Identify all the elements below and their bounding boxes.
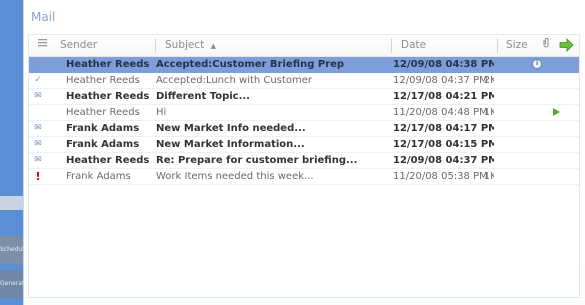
column-divider[interactable] (497, 38, 498, 53)
message-date: 12/09/08 04:38 PM2K (393, 57, 494, 72)
message-sender: Heather Reeds (66, 91, 150, 102)
message-subject: Work Items needed this week... (156, 171, 314, 182)
desktop-fragment-label: Generat (0, 280, 24, 287)
read-reply-icon: ✓ (34, 59, 42, 69)
column-header-subject-label: Subject (165, 39, 205, 51)
message-size: 1K (483, 107, 494, 118)
message-sender: Frank Adams (66, 171, 131, 182)
forward-arrow-icon[interactable] (559, 38, 574, 52)
message-date: 12/17/08 04:21 PM1K (393, 89, 494, 104)
message-sender: Heather Reeds (66, 75, 140, 86)
message-date-value: 12/09/08 04:38 PM (393, 59, 494, 70)
message-date: 12/09/08 04:37 PM2K (393, 153, 494, 168)
message-list: Sender Subject ▲ Date Size ✓ Heather Reed… (28, 34, 580, 298)
unread-envelope-icon: ✉ (34, 139, 42, 149)
message-date-value: 12/17/08 04:15 PM (393, 139, 494, 150)
message-row[interactable]: ✉ Heather Reeds Different Topic... 12/17/08… (29, 89, 579, 105)
message-date: 12/17/08 04:15 PM1K (393, 137, 494, 152)
info-icon[interactable]: i (531, 57, 543, 72)
unread-envelope-icon: ✉ (34, 155, 42, 165)
window-title: Mail (31, 10, 56, 24)
message-rows: ✓ Heather Reeds Accepted:Customer Briefing… (29, 57, 579, 185)
unread-envelope-icon: ✉ (34, 91, 42, 101)
column-divider[interactable] (391, 38, 392, 53)
list-icon[interactable] (37, 35, 48, 56)
message-date-value: 12/17/08 04:17 PM (393, 123, 494, 134)
sort-ascending-icon: ▲ (210, 42, 216, 50)
message-row[interactable]: ✉ Frank Adams New Market Info needed... 12/… (29, 121, 579, 137)
message-date-value: 12/17/08 04:21 PM (393, 91, 494, 102)
column-header-size[interactable]: Size (506, 35, 528, 56)
message-size: 2K (483, 75, 494, 86)
green-flag-icon[interactable] (550, 105, 562, 120)
desktop-fragment-label: Schedul (0, 246, 24, 253)
message-date: 11/20/08 05:38 PM1K (393, 169, 494, 184)
message-subject: Different Topic... (156, 91, 250, 102)
message-row[interactable]: ✉ Frank Adams New Market Information... 12/… (29, 137, 579, 153)
message-row[interactable]: Heather Reeds Hi 11/20/08 04:48 PM1K (29, 105, 579, 121)
message-sender: Frank Adams (66, 123, 140, 134)
message-date: 11/20/08 04:48 PM1K (393, 105, 494, 120)
message-sender: Heather Reeds (66, 155, 150, 166)
message-subject: Re: Prepare for customer briefing... (156, 155, 358, 166)
importance-high-icon: ! (35, 170, 41, 183)
column-header-sender[interactable]: Sender (60, 35, 97, 56)
message-subject: Hi (156, 107, 167, 118)
column-header-date[interactable]: Date (401, 35, 426, 56)
message-date-value: 11/20/08 05:38 PM (393, 171, 488, 182)
message-subject: New Market Information... (156, 139, 305, 150)
message-subject: Accepted:Customer Briefing Prep (156, 59, 345, 70)
message-date: 12/17/08 04:17 PM1K (393, 121, 494, 136)
message-size: 1K (483, 171, 494, 182)
message-date-value: 12/09/08 04:37 PM (393, 75, 488, 86)
message-row[interactable]: ✓ Heather Reeds Accepted:Lunch with Custom… (29, 73, 579, 89)
column-header-subject[interactable]: Subject ▲ (165, 35, 216, 56)
column-divider[interactable] (155, 38, 156, 53)
list-header: Sender Subject ▲ Date Size (29, 35, 579, 57)
unread-envelope-icon: ✉ (34, 123, 42, 133)
message-sender: Heather Reeds (66, 59, 150, 70)
desktop-fragment (0, 196, 24, 210)
attachment-icon[interactable] (542, 35, 550, 56)
mail-window: Mail Sender Subject ▲ Date Size ✓ Heather… (24, 0, 585, 305)
message-row[interactable]: ✉ Heather Reeds Re: Prepare for customer b… (29, 153, 579, 169)
message-sender: Heather Reeds (66, 107, 140, 118)
read-reply-icon: ✓ (34, 75, 42, 85)
message-icon (31, 105, 45, 120)
message-date: 12/09/08 04:37 PM2K (393, 73, 494, 88)
message-subject: Accepted:Lunch with Customer (156, 75, 313, 86)
message-date-value: 12/09/08 04:37 PM (393, 155, 494, 166)
message-sender: Frank Adams (66, 139, 140, 150)
message-row[interactable]: ! Frank Adams Work Items needed this week.… (29, 169, 579, 185)
message-row[interactable]: ✓ Heather Reeds Accepted:Customer Briefing… (29, 57, 579, 73)
message-date-value: 11/20/08 04:48 PM (393, 107, 488, 118)
message-subject: New Market Info needed... (156, 123, 306, 134)
